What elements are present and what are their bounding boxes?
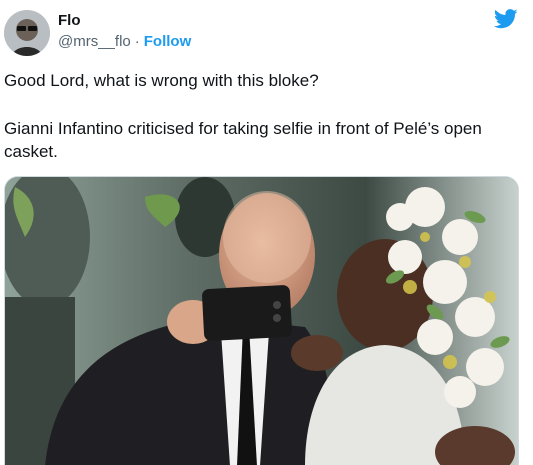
author-name[interactable]: Flo <box>58 12 81 29</box>
tweet-text-line-2: Gianni Infantino criticised for taking s… <box>4 119 482 161</box>
twitter-bird-icon[interactable] <box>494 9 518 29</box>
separator-dot: · <box>134 33 140 50</box>
tweet-text-line-1: Good Lord, what is wrong with this bloke… <box>4 71 319 90</box>
avatar[interactable] <box>4 10 50 56</box>
tweet-card: Flo @mrs__flo · Follow Good Lord, what i… <box>0 0 533 465</box>
author-handle[interactable]: @mrs__flo <box>58 33 131 50</box>
follow-button[interactable]: Follow <box>144 33 192 50</box>
tweet-media-photo[interactable] <box>4 176 519 465</box>
author-meta: @mrs__flo · Follow <box>58 33 191 50</box>
